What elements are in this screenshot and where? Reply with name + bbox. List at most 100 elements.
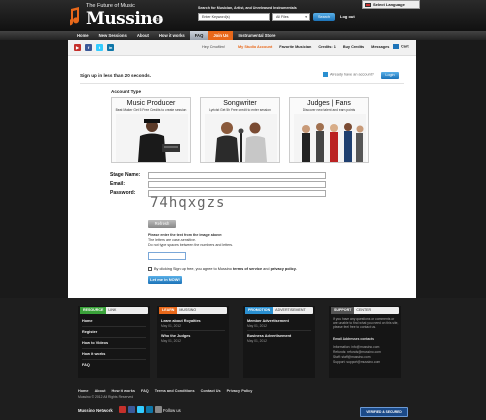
bottom-link-contact[interactable]: Contact Us [201, 389, 221, 393]
twitter-icon[interactable] [137, 406, 144, 413]
search-input[interactable]: Enter Keyword(s) [198, 13, 270, 21]
learn-item-title[interactable]: Learn about Royalties [161, 319, 201, 323]
promotion-item-title[interactable]: Business Advertisement [247, 334, 291, 338]
promotion-item-date: May 01, 2012 [247, 339, 267, 343]
link-credits[interactable]: Credits: 1 [318, 45, 336, 49]
card-subtitle: Beat Maker Get 5 Free Credits to create … [115, 108, 187, 112]
bottom-links: Home About How it works FAQ Terms and Co… [78, 389, 252, 393]
music-note-logo-icon [70, 7, 80, 26]
footer-link-home[interactable]: Home [82, 319, 93, 323]
nav-join-us[interactable]: Join Us [208, 31, 234, 40]
bottom-link-faq[interactable]: FAQ [141, 389, 149, 393]
judges-fans-photo [294, 114, 366, 162]
panel-tag: PROMOTION [245, 307, 274, 314]
panel-label: MUSSINO [179, 308, 197, 312]
search-filter-value: All Files [276, 15, 289, 19]
promotion-item-date: May 01, 2012 [247, 324, 267, 328]
link-buy-credits[interactable]: Buy Credits [343, 45, 364, 49]
footer-link-register[interactable]: Register [82, 330, 97, 334]
card-subtitle: Lyricist Get 5h Free credit to enter ses… [209, 108, 271, 112]
verified-secured-badge[interactable]: VERIFIED & SECURED [360, 407, 408, 417]
youtube-icon[interactable] [119, 406, 126, 413]
account-type-card-judges-fans[interactable]: Judges | Fans Discover new talent and ea… [289, 97, 369, 163]
captcha-instruction: Please enter the text from the image abo… [148, 233, 223, 237]
bottom-bar: Home About How it works FAQ Terms and Co… [0, 386, 486, 420]
captcha-input[interactable] [148, 252, 186, 260]
facebook-icon[interactable]: f [85, 44, 92, 51]
panel-label: CENTER [356, 308, 372, 312]
learn-item-date: May 01, 2012 [161, 324, 181, 328]
agree-checkbox[interactable] [148, 267, 152, 271]
panel-tag: SUPPORT [331, 307, 355, 314]
email-input[interactable] [148, 181, 326, 188]
account-subbar: ▶ f t in Hey Cmoflim! My Studio Account … [68, 40, 416, 56]
bottom-link-terms[interactable]: Terms and Conditions [155, 389, 195, 393]
privacy-policy-link[interactable]: privacy policy. [271, 267, 297, 271]
nav-home[interactable]: Home [72, 31, 94, 40]
network-label: Mussino Network [78, 408, 113, 413]
youtube-icon[interactable]: ▶ [74, 44, 81, 51]
bottom-link-privacy[interactable]: Privacy Policy [227, 389, 253, 393]
cart-link[interactable]: Cart [393, 44, 409, 49]
submit-signup-button[interactable]: Let me in NOW! [148, 276, 182, 284]
linkedin-icon[interactable] [146, 406, 153, 413]
support-contact-staff[interactable]: Staff: staff@mussino.com [333, 355, 399, 359]
nav-instrumental-store[interactable]: Instrumental Store [233, 31, 280, 40]
link-messages[interactable]: Messages [371, 45, 389, 49]
login-button[interactable]: Login [381, 72, 399, 79]
footer-support-panel: SUPPORT CENTER If you have any questions … [329, 306, 401, 378]
panel-header: SUPPORT CENTER [331, 307, 399, 314]
search-button[interactable]: Search [313, 13, 335, 21]
footer-link-how-it-works[interactable]: How it works [82, 352, 105, 356]
footer-link-how-to-videos[interactable]: How to Videos [82, 341, 108, 345]
logo-suffix: .com [151, 17, 163, 23]
bottom-link-about[interactable]: About [95, 389, 106, 393]
nav-faq[interactable]: FAQ [189, 31, 209, 40]
divider [161, 330, 225, 331]
bottom-link-home[interactable]: Home [78, 389, 89, 393]
learn-item-date: May 01, 2012 [161, 339, 181, 343]
support-contact-refunds[interactable]: Refunds: refunds@mussino.com [333, 350, 399, 354]
twitter-icon[interactable]: t [96, 44, 103, 51]
panel-tag: RESOURCE [80, 307, 107, 314]
divider [80, 83, 404, 84]
signup-heading: Sign up in less than 20 seconds. [80, 73, 151, 78]
search-caption: Search for Musician, Artist, and Unrelea… [198, 6, 297, 10]
link-my-studio-account[interactable]: My Studio Account [238, 45, 272, 49]
learn-item-title[interactable]: Who the Judges [161, 334, 190, 338]
stage-name-input[interactable] [148, 172, 326, 179]
footer-link-faq[interactable]: FAQ [82, 363, 90, 367]
already-have-account: Already have an account? [323, 72, 374, 77]
support-contact-info[interactable]: Information: info@mussino.com [333, 345, 399, 349]
panel-label: LINK [108, 308, 117, 312]
account-type-card-producer[interactable]: Music Producer Beat Maker Get 5 Free Cre… [111, 97, 191, 163]
divider [247, 330, 311, 331]
support-contact-support[interactable]: Support: support@mussino.com [333, 360, 399, 364]
panel-header: LEARN MUSSINO [159, 307, 227, 314]
search-filter-select[interactable]: All Files ▾ [272, 13, 310, 21]
nav-about[interactable]: About [132, 31, 154, 40]
flag-icon [365, 3, 371, 7]
account-type-card-songwriter[interactable]: Songwriter Lyricist Get 5h Free credit t… [200, 97, 280, 163]
user-icon [323, 72, 328, 77]
divider [82, 348, 146, 349]
facebook-icon[interactable] [128, 406, 135, 413]
footer-promotion-panel: PROMOTION ADVERTISEMENT Member Advertisem… [243, 306, 315, 378]
refresh-captcha-button[interactable]: Refresh [148, 220, 176, 228]
bottom-link-how-it-works[interactable]: How it works [112, 389, 135, 393]
linkedin-icon[interactable]: in [107, 44, 114, 51]
language-select[interactable]: Select Language [362, 0, 420, 9]
nav-how-it-works[interactable]: How it works [154, 31, 190, 40]
stage-name-label: Stage Name: [110, 172, 141, 178]
account-type-label: Account Type [111, 89, 142, 94]
terms-of-service-link[interactable]: terms of service [233, 267, 262, 271]
card-title: Judges | Fans [307, 100, 351, 107]
link-favorite-musician[interactable]: Favorite Musician [279, 45, 311, 49]
promotion-item-title[interactable]: Member Advertisement [247, 319, 289, 323]
nav-new-sessions[interactable]: New Sessions [94, 31, 132, 40]
logout-link[interactable]: Log out [340, 14, 355, 19]
main-nav: Home New Sessions About How it works FAQ… [0, 31, 486, 40]
card-title: Songwriter [223, 100, 257, 107]
follow-us: Follow us [163, 408, 181, 413]
rss-icon[interactable] [155, 406, 162, 413]
